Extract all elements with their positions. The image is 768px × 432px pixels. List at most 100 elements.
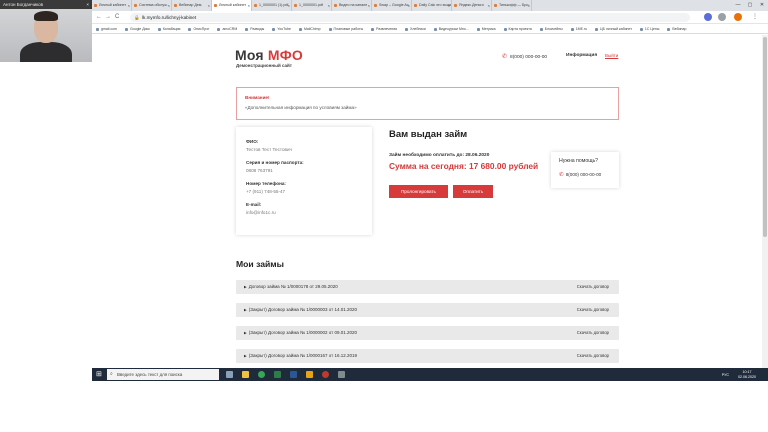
taskbar-search[interactable]: ⌕ Введите здесь текст для поиска bbox=[107, 369, 219, 380]
windows-start-icon[interactable]: ⊞ bbox=[96, 370, 102, 379]
bookmark-item[interactable]: gmail.com bbox=[96, 24, 117, 33]
minimize-icon[interactable]: — bbox=[732, 0, 744, 11]
browser-tab[interactable]: 1_0000001.pdf × bbox=[292, 0, 332, 11]
bookmark-item[interactable]: ЦБ личный кабинет bbox=[594, 24, 632, 33]
tab-close-icon[interactable]: × bbox=[288, 0, 290, 11]
browser-tab[interactable]: Яндекс.Деньги × bbox=[452, 0, 492, 11]
tab-close-icon[interactable]: × bbox=[328, 0, 330, 11]
tab-close-icon[interactable]: × bbox=[168, 0, 170, 11]
bookmark-label: 1МЕ.ru bbox=[575, 27, 587, 31]
tab-label: 1_0000001.pdf bbox=[299, 3, 323, 7]
bookmark-item[interactable]: ОписПрог bbox=[188, 24, 209, 33]
back-icon[interactable]: ← bbox=[96, 13, 102, 22]
reload-icon[interactable]: C bbox=[115, 13, 119, 22]
bookmark-item[interactable]: MailChimp bbox=[299, 24, 321, 33]
help-phone[interactable]: ✆ 8(000) 000-00-00 bbox=[559, 172, 611, 178]
bookmark-item[interactable]: YouTube bbox=[272, 24, 291, 33]
scrollbar[interactable] bbox=[762, 35, 768, 368]
phone-icon: ✆ bbox=[559, 172, 564, 178]
extend-button[interactable]: Пролонгировать bbox=[389, 185, 448, 198]
tab-close-icon[interactable]: × bbox=[408, 0, 410, 11]
logo-brand: МФО bbox=[267, 47, 304, 63]
bookmark-icon bbox=[503, 27, 507, 31]
extension-icon[interactable] bbox=[704, 13, 712, 21]
app-icon[interactable] bbox=[290, 371, 297, 378]
browser-tab[interactable]: Swap – Google Ac × bbox=[372, 0, 412, 11]
bookmark-item[interactable]: 1МЕ.ru bbox=[570, 24, 587, 33]
tab-close-icon[interactable]: × bbox=[208, 0, 210, 11]
loan-row[interactable]: ▶ (Закрыт) Договор займа № 1/0000167 от 1… bbox=[236, 349, 619, 363]
download-contract-link[interactable]: Скачать договор bbox=[577, 349, 609, 363]
bookmark-item[interactable]: Развлечения bbox=[371, 24, 397, 33]
browser-tab[interactable]: Daily Calc это экзамен× bbox=[412, 0, 452, 11]
bookmark-item[interactable]: Колабация bbox=[157, 24, 180, 33]
taskbar-clock[interactable]: 10:17 02.06.2020 bbox=[738, 370, 756, 379]
header-info-link[interactable]: Информация bbox=[566, 53, 597, 58]
address-bar[interactable]: 🔒 lk.mymfo.ru/lichnyj-kabinet bbox=[130, 13, 690, 22]
bookmark-item[interactable]: Разводы bbox=[245, 24, 264, 33]
download-contract-link[interactable]: Скачать договор bbox=[577, 280, 609, 294]
maximize-icon[interactable]: ▢ bbox=[744, 0, 756, 11]
tab-close-icon[interactable]: × bbox=[488, 0, 490, 11]
bookmark-item[interactable]: Карта проекта bbox=[503, 24, 532, 33]
bookmark-item[interactable]: Видеоуроки Мно... bbox=[433, 24, 469, 33]
webcam-caption: Антон Богданчиков bbox=[3, 2, 44, 7]
browser-tab[interactable]: Видео на канале × bbox=[332, 0, 372, 11]
bookmark-item[interactable]: Блокчейны bbox=[539, 24, 563, 33]
app-icon[interactable] bbox=[306, 371, 313, 378]
tab-close-icon[interactable]: × bbox=[528, 0, 530, 11]
forward-icon[interactable]: → bbox=[105, 13, 111, 22]
browser-tab[interactable]: Вебинар Дем. × bbox=[172, 0, 212, 11]
bookmark-item[interactable]: Хлебники bbox=[405, 24, 426, 33]
browser-tab[interactable]: Тинькофф — Бро × bbox=[492, 0, 532, 11]
browser-tab[interactable]: 1_0000001 (1).pdf × bbox=[252, 0, 292, 11]
site-logo[interactable]: Моя МФО bbox=[235, 47, 303, 63]
favicon-icon bbox=[214, 4, 217, 7]
chrome-icon[interactable] bbox=[258, 371, 265, 378]
bookmark-icon bbox=[272, 27, 276, 31]
fio-label: ФИО: bbox=[246, 139, 259, 144]
tab-close-icon[interactable]: × bbox=[368, 0, 370, 11]
language-indicator[interactable]: РУС bbox=[722, 373, 729, 377]
tab-close-icon[interactable]: × bbox=[128, 0, 130, 11]
browser-tab[interactable]: Система обслуж. × bbox=[132, 0, 172, 11]
help-title: Нужна помощь? bbox=[559, 158, 599, 164]
app-icon[interactable] bbox=[338, 371, 345, 378]
extension-icon[interactable] bbox=[718, 13, 726, 21]
scrollbar-thumb[interactable] bbox=[763, 37, 767, 237]
header-phone[interactable]: ✆ 8(000) 000-00-00 bbox=[502, 53, 547, 60]
bookmark-item[interactable]: 1С Цены bbox=[639, 24, 659, 33]
bookmark-item[interactable]: Google Диск bbox=[124, 24, 150, 33]
loan-row[interactable]: ▶ (Закрыт) Договор займа № 1/0000003 от 1… bbox=[236, 303, 619, 317]
browser-tab[interactable]: Личный кабинет × bbox=[92, 0, 132, 11]
download-contract-link[interactable]: Скачать договор bbox=[577, 303, 609, 317]
logout-link[interactable]: Выйти bbox=[605, 53, 618, 58]
bookmark-item[interactable]: Метрика bbox=[476, 24, 496, 33]
loan-row[interactable]: ▶ (Закрыт) Договор займа № 1/0000002 от 0… bbox=[236, 326, 619, 340]
help-card: Нужна помощь? ✆ 8(000) 000-00-00 bbox=[551, 152, 619, 188]
bookmark-item[interactable]: Плановые работы bbox=[328, 24, 363, 33]
download-contract-link[interactable]: Скачать договор bbox=[577, 326, 609, 340]
favicon-icon bbox=[414, 4, 417, 7]
app-icon[interactable] bbox=[274, 371, 281, 378]
close-icon[interactable]: × bbox=[86, 0, 89, 9]
tab-label: Личный кабинет bbox=[219, 3, 247, 7]
passport-label: Серия и номер паспорта: bbox=[246, 160, 304, 165]
loan-row[interactable]: ▶ Договор займа № 1/0000178 от 29.05.2020… bbox=[236, 280, 619, 294]
explorer-icon[interactable] bbox=[242, 371, 249, 378]
close-window-icon[interactable]: ✕ bbox=[756, 0, 768, 11]
bookmark-label: Разводы bbox=[250, 27, 265, 31]
avatar[interactable] bbox=[734, 13, 742, 21]
browser-tab[interactable]: Личный кабинет × bbox=[212, 0, 252, 11]
tab-close-icon[interactable]: × bbox=[448, 0, 450, 11]
bookmark-item[interactable]: amoCRM bbox=[217, 24, 237, 33]
app-icon[interactable] bbox=[322, 371, 329, 378]
favicon-icon bbox=[174, 4, 177, 7]
tab-label: Система обслуж. bbox=[139, 3, 168, 7]
pay-button[interactable]: Оплатить bbox=[453, 185, 493, 198]
task-view-icon[interactable] bbox=[226, 371, 233, 378]
menu-icon[interactable]: ⋮ bbox=[752, 13, 758, 22]
bookmark-item[interactable]: Вебинар bbox=[667, 24, 686, 33]
bookmark-label: Вебинар bbox=[672, 27, 687, 31]
tab-close-icon[interactable]: × bbox=[248, 0, 250, 11]
